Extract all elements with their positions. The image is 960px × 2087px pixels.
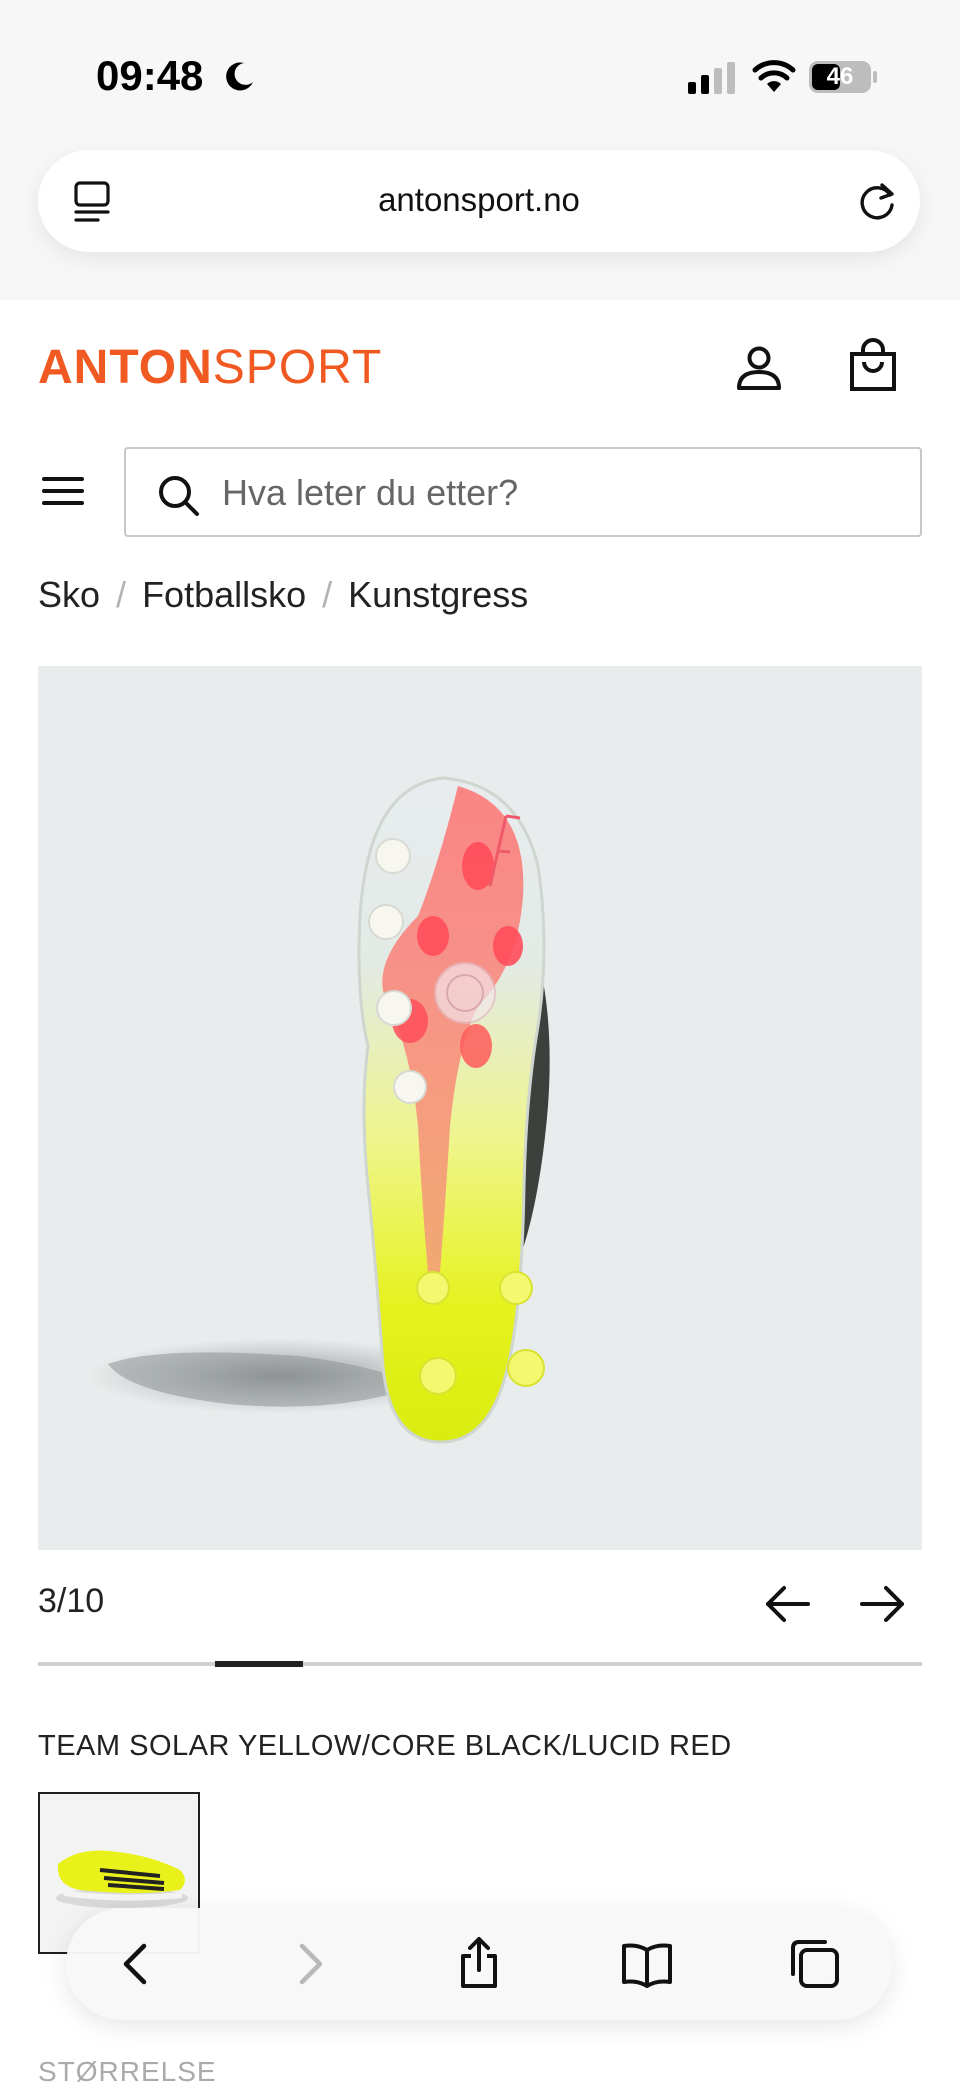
arrow-left-icon[interactable] [764,1584,812,1624]
status-bar: 09:48 46 [0,0,960,150]
breadcrumb-item-kunstgress[interactable]: Kunstgress [348,574,528,616]
breadcrumb-separator: / [116,574,127,615]
logo-bold-text: ANTON [38,341,213,394]
gallery-counter: 3/10 [38,1582,105,1620]
gallery-progress-track [38,1661,922,1667]
tabs-icon[interactable] [787,1936,843,1992]
back-icon[interactable] [110,1936,166,1992]
wifi-icon [752,60,796,92]
size-section-label: STØRRELSE [38,2056,217,2087]
moon-icon [226,62,253,91]
shopping-bag-icon[interactable] [848,338,898,392]
browser-toolbar [66,1908,892,2020]
account-icon[interactable] [734,344,784,392]
search-icon [159,476,199,516]
search-box[interactable] [124,447,922,537]
battery-level: 46 [826,63,854,90]
football-boot-soleplate-image [88,776,550,1444]
status-time: 09:48 [96,52,204,99]
breadcrumb: Sko / Fotballsko / Kunstgress [38,574,528,616]
url-text[interactable]: antonsport.no [38,181,920,219]
cellular-signal-icon [688,62,735,94]
share-icon[interactable] [451,1936,507,1992]
gallery-progress-indicator [214,1661,304,1667]
breadcrumb-item-sko[interactable]: Sko [38,574,100,616]
breadcrumb-item-fotballsko[interactable]: Fotballsko [142,574,306,616]
product-image[interactable] [38,666,922,1550]
bookmarks-icon[interactable] [619,1936,675,1992]
forward-icon[interactable] [280,1936,336,1992]
reload-icon[interactable] [854,178,900,224]
logo-light-text: SPORT [212,341,383,394]
site-logo[interactable]: ANTONSPORT [38,340,382,395]
search-input[interactable] [222,467,882,519]
hamburger-menu-icon[interactable] [42,474,84,508]
product-color-name: TEAM SOLAR YELLOW/CORE BLACK/LUCID RED [38,1730,732,1762]
arrow-right-icon[interactable] [858,1584,906,1624]
address-bar[interactable]: antonsport.no [38,150,920,252]
breadcrumb-separator: / [322,574,333,615]
